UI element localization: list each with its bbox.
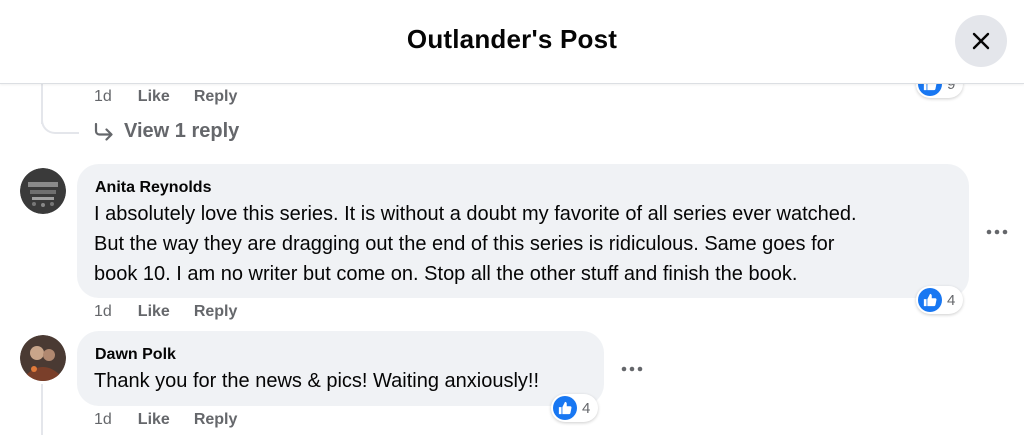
more-options-button[interactable] bbox=[614, 351, 650, 387]
comment-text-line: But the way they are dragging out the en… bbox=[94, 233, 835, 255]
avatar[interactable] bbox=[20, 335, 66, 381]
comment-text-line: I absolutely love this series. It is wit… bbox=[94, 203, 857, 225]
close-icon bbox=[972, 32, 990, 50]
view-replies-link[interactable]: View 1 reply bbox=[94, 120, 239, 143]
reply-button[interactable]: Reply bbox=[194, 88, 238, 106]
like-button[interactable]: Like bbox=[138, 88, 170, 106]
comment-timestamp[interactable]: 1d bbox=[94, 411, 112, 429]
reaction-count-badge[interactable]: 4 bbox=[916, 286, 964, 314]
thumbs-up-icon bbox=[553, 396, 577, 420]
thread-connector-line bbox=[41, 384, 43, 435]
comment-actions: 1d Like Reply bbox=[94, 411, 261, 429]
reaction-count: 4 bbox=[947, 291, 956, 309]
post-header: Outlander's Post bbox=[0, 0, 1024, 84]
prev-comment-actions: 1d Like Reply bbox=[94, 88, 261, 106]
comment-text-line: Thank you for the news & pics! Waiting a… bbox=[94, 370, 540, 392]
comment-actions: 1d Like Reply bbox=[94, 303, 261, 321]
reply-button[interactable]: Reply bbox=[194, 411, 238, 429]
comment-timestamp[interactable]: 1d bbox=[94, 303, 112, 321]
comment-text-line: book 10. I am no writer but come on. Sto… bbox=[94, 263, 798, 285]
more-dots-icon bbox=[986, 229, 1008, 235]
view-replies-label: View 1 reply bbox=[124, 120, 240, 142]
close-button[interactable] bbox=[955, 15, 1007, 67]
reply-button[interactable]: Reply bbox=[194, 303, 238, 321]
reply-arrow-icon bbox=[94, 122, 114, 141]
avatar[interactable] bbox=[20, 168, 66, 214]
reaction-count-badge[interactable]: 4 bbox=[551, 394, 599, 422]
thumbs-up-icon bbox=[918, 288, 942, 312]
thread-connector-curve bbox=[41, 100, 79, 134]
comment-author[interactable]: Anita Reynolds bbox=[95, 179, 211, 197]
comment-author[interactable]: Dawn Polk bbox=[95, 346, 176, 364]
page-title: Outlander's Post bbox=[406, 24, 618, 54]
like-button[interactable]: Like bbox=[138, 411, 170, 429]
more-options-button[interactable] bbox=[979, 214, 1015, 250]
comment-timestamp[interactable]: 1d bbox=[94, 88, 112, 106]
like-button[interactable]: Like bbox=[138, 303, 170, 321]
more-dots-icon bbox=[621, 366, 643, 372]
reaction-count: 4 bbox=[582, 399, 591, 417]
